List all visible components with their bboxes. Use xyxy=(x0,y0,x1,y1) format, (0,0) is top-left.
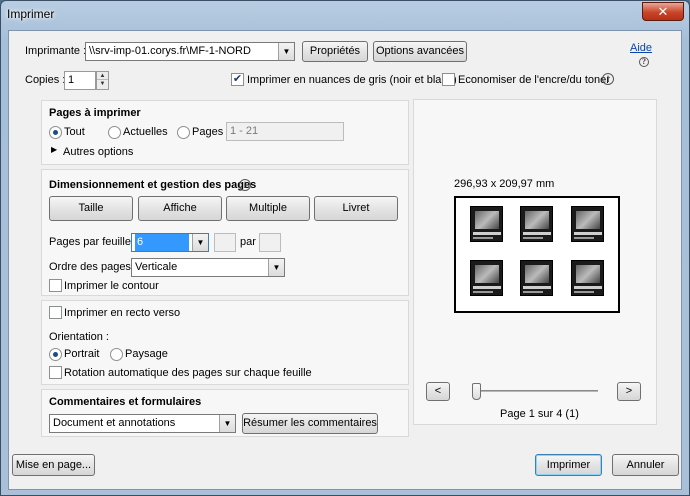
printer-select-value: \\srv-imp-01.corys.fr\MF-1-NORD xyxy=(89,45,251,57)
orientation-label: Orientation : xyxy=(49,331,109,343)
multiple-button[interactable]: Multiple xyxy=(226,196,310,221)
page-thumbnail xyxy=(470,206,503,242)
radio-all[interactable] xyxy=(49,126,62,139)
radio-current-label: Actuelles xyxy=(123,126,168,138)
printer-label: Imprimante : xyxy=(25,45,87,57)
radio-all-label: Tout xyxy=(64,126,85,138)
spin-down-icon[interactable]: ▼ xyxy=(97,80,108,88)
page-setup-button[interactable]: Mise en page... xyxy=(12,454,95,476)
autorotate-checkbox[interactable] xyxy=(49,366,62,379)
grayscale-checkbox[interactable]: ✔ xyxy=(231,73,244,86)
save-ink-checkbox[interactable] xyxy=(442,73,455,86)
page-slider-thumb[interactable] xyxy=(472,383,481,400)
more-options-toggle[interactable]: Autres options xyxy=(63,146,133,158)
preview-panel: 296,93 x 209,97 mm < > Page 1 sur 4 (1) xyxy=(413,99,657,425)
print-border-checkbox[interactable] xyxy=(49,279,62,292)
per-sheet-label: Pages par feuille : xyxy=(49,236,138,248)
chevron-down-icon: ▼ xyxy=(192,234,208,251)
properties-button[interactable]: Propriétés xyxy=(302,41,368,62)
size-button[interactable]: Taille xyxy=(49,196,133,221)
radio-portrait-label: Portrait xyxy=(64,348,100,360)
by-label: par xyxy=(240,236,256,248)
help-link[interactable]: Aide xyxy=(630,42,652,54)
poster-button[interactable]: Affiche xyxy=(138,196,222,221)
info-icon[interactable]: i xyxy=(602,73,614,85)
page-thumbnail xyxy=(470,260,503,296)
help-circle-icon[interactable]: ? xyxy=(639,57,649,67)
page-thumbnail xyxy=(571,260,604,296)
info-icon[interactable]: i xyxy=(239,179,251,191)
per-sheet-value: 6 xyxy=(135,234,189,251)
print-dialog-window: Imprimer ✕ Imprimante : \\srv-imp-01.cor… xyxy=(0,0,690,496)
radio-pages[interactable] xyxy=(177,126,190,139)
per-sheet-select[interactable]: 6 ▼ xyxy=(131,233,209,252)
sizing-section-title: Dimensionnement et gestion des pages xyxy=(49,179,257,191)
comments-select[interactable]: Document et annotations ▼ xyxy=(49,414,236,433)
save-ink-label: Economiser de l'encre/du toner xyxy=(458,74,610,86)
comments-select-value: Document et annotations xyxy=(53,417,176,429)
columns-input[interactable] xyxy=(214,233,236,252)
copies-spinner[interactable]: ▲ ▼ xyxy=(96,71,109,90)
cancel-button[interactable]: Annuler xyxy=(612,454,679,476)
radio-pages-label: Pages xyxy=(192,126,224,138)
page-order-select[interactable]: Verticale ▼ xyxy=(131,258,285,277)
page-order-label: Ordre des pages : xyxy=(49,261,138,273)
spin-up-icon[interactable]: ▲ xyxy=(97,72,108,80)
duplex-checkbox[interactable] xyxy=(49,306,62,319)
page-order-value: Verticale xyxy=(135,261,178,273)
rows-input[interactable] xyxy=(259,233,281,252)
page-thumbnail xyxy=(520,206,553,242)
pages-range-input[interactable]: 1 - 21 xyxy=(226,122,344,141)
radio-current[interactable] xyxy=(108,126,121,139)
advanced-options-button[interactable]: Options avancées xyxy=(373,41,467,62)
pages-section-title: Pages à imprimer xyxy=(49,107,141,119)
page-thumbnail xyxy=(571,206,604,242)
comments-panel: Commentaires et formulaires Document et … xyxy=(41,389,409,437)
next-page-button[interactable]: > xyxy=(617,382,641,401)
sizing-panel: Dimensionnement et gestion des pages i T… xyxy=(41,169,409,296)
radio-portrait[interactable] xyxy=(49,348,62,361)
radio-landscape-label: Paysage xyxy=(125,348,168,360)
title-bar[interactable]: Imprimer ✕ xyxy=(1,1,689,29)
chevron-down-icon: ▼ xyxy=(268,259,284,276)
grayscale-label: Imprimer en nuances de gris (noir et bla… xyxy=(247,74,457,86)
window-title: Imprimer xyxy=(7,7,55,21)
page-status: Page 1 sur 4 (1) xyxy=(500,408,579,420)
comments-section-title: Commentaires et formulaires xyxy=(49,396,202,408)
printer-select[interactable]: \\srv-imp-01.corys.fr\MF-1-NORD ▼ xyxy=(85,42,295,61)
duplex-label: Imprimer en recto verso xyxy=(64,307,181,319)
print-border-label: Imprimer le contour xyxy=(64,280,159,292)
page-slider-track[interactable] xyxy=(472,390,598,392)
chevron-down-icon: ▼ xyxy=(278,43,294,60)
close-button[interactable]: ✕ xyxy=(642,2,684,21)
copies-label: Copies : xyxy=(25,74,66,86)
checkmark-icon: ✔ xyxy=(232,73,243,85)
pages-panel: Pages à imprimer Tout Actuelles Pages 1 … xyxy=(41,100,409,165)
preview-sheet xyxy=(454,196,620,313)
print-button[interactable]: Imprimer xyxy=(535,454,602,476)
summarize-comments-button[interactable]: Résumer les commentaires xyxy=(242,413,378,434)
paper-dimensions: 296,93 x 209,97 mm xyxy=(454,178,555,190)
orientation-panel: Imprimer en recto verso Orientation : Po… xyxy=(41,300,409,385)
autorotate-label: Rotation automatique des pages sur chaqu… xyxy=(64,367,312,379)
chevron-down-icon: ▼ xyxy=(219,415,235,432)
copies-input[interactable]: 1 xyxy=(64,71,96,90)
page-thumbnail xyxy=(520,260,553,296)
expand-triangle-icon[interactable]: ▶ xyxy=(51,145,57,154)
previous-page-button[interactable]: < xyxy=(426,382,450,401)
booklet-button[interactable]: Livret xyxy=(314,196,398,221)
radio-landscape[interactable] xyxy=(110,348,123,361)
dialog-client-area: Imprimante : \\srv-imp-01.corys.fr\MF-1-… xyxy=(8,30,682,490)
